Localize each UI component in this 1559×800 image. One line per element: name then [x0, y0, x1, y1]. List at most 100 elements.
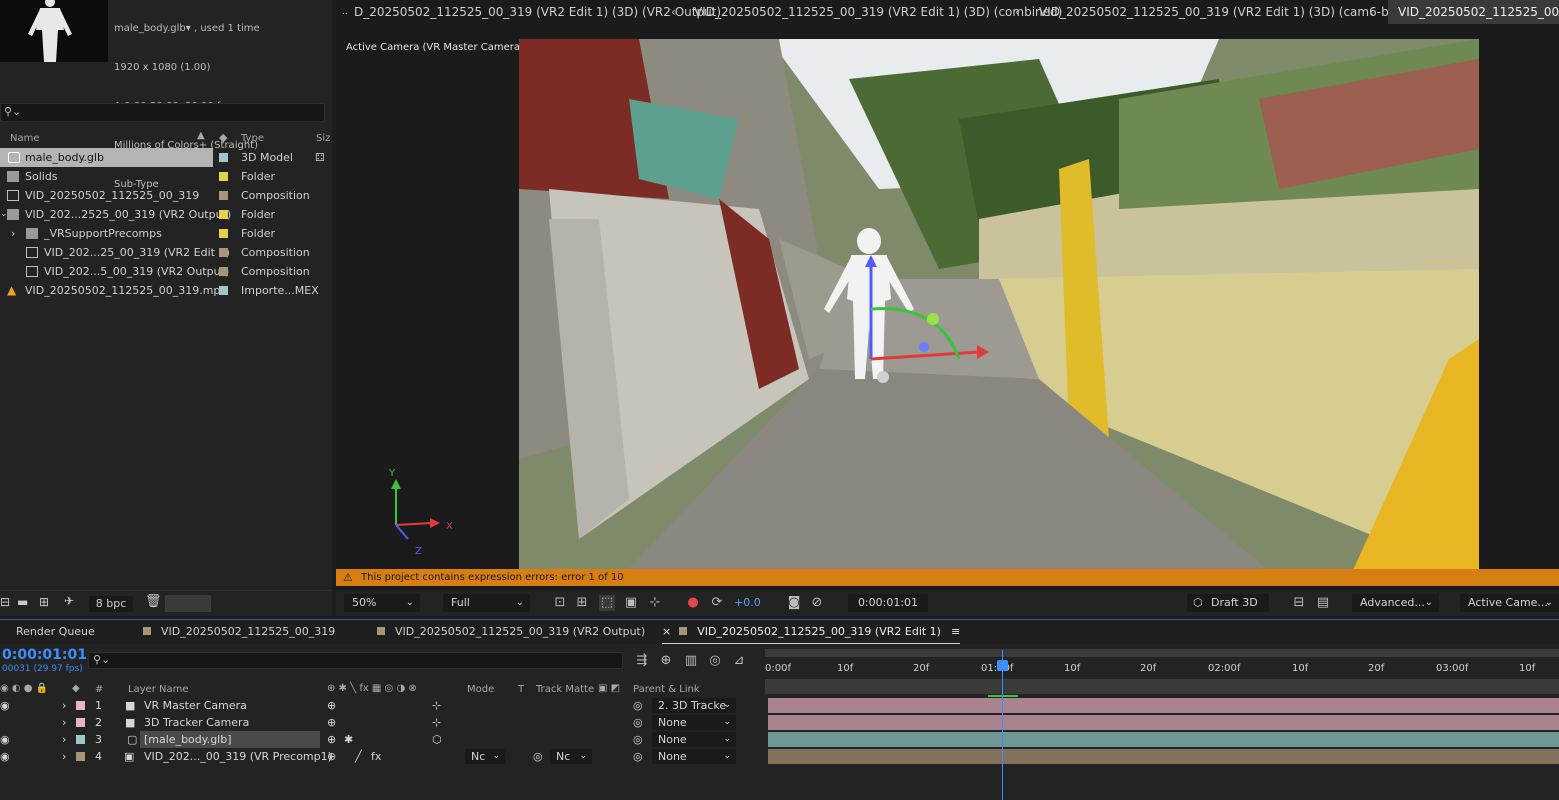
expand-right-icon[interactable]: ›: [62, 731, 66, 748]
label-swatch[interactable]: [219, 248, 228, 257]
av-features-icon[interactable]: ◉ ◐ ● 🔒: [0, 683, 48, 694]
layer-row[interactable]: › 2 ■ 3D Tracker Camera ⊕ ⊹ ◎ None ⌄: [0, 714, 762, 731]
guides-icon[interactable]: ⊹: [647, 595, 663, 611]
layer-name[interactable]: [male_body.glb]: [144, 731, 232, 748]
label-swatch[interactable]: [219, 286, 228, 295]
chevron-left-icon[interactable]: ‹: [1015, 0, 1020, 24]
current-time-display[interactable]: 0:00:01:01: [2, 647, 87, 663]
project-item[interactable]: VID_202...25_00_319 (VR2 Edit 1) Composi…: [0, 243, 332, 262]
resolution-dropdown[interactable]: Full ⌄: [443, 594, 530, 612]
parent-dropdown[interactable]: None ⌄: [652, 749, 736, 764]
3d-layer-icon[interactable]: ⊹: [432, 714, 441, 731]
zoom-dropdown[interactable]: 50% ⌄: [344, 594, 420, 612]
chevron-left-icon[interactable]: ‹: [1369, 0, 1374, 24]
composition-mini-flowchart-icon[interactable]: ⇶: [634, 653, 650, 669]
fx-icon[interactable]: fx: [371, 748, 381, 765]
viewer-tab[interactable]: D_20250502_112525_00_319 (VR2 Edit 1) (3…: [354, 0, 721, 24]
project-item[interactable]: VID_202...5_00_319 (VR2 Output) Composit…: [0, 262, 332, 281]
layer-label-swatch[interactable]: [76, 735, 85, 744]
timeline-tab-active[interactable]: × VID_20250502_112525_00_319 (VR2 Edit 1)…: [662, 620, 961, 644]
parent-dropdown[interactable]: None ⌄: [652, 715, 736, 730]
timeline-tab[interactable]: VID_20250502_112525_00_319 (VR2 Output): [377, 620, 645, 644]
collapse-icon[interactable]: ✱: [344, 731, 353, 748]
layer-duration-bar[interactable]: [768, 732, 1559, 747]
project-item[interactable]: ▲ VID_20250502_112525_00_319.mp4 Importe…: [0, 281, 332, 300]
snapshot-camera-icon[interactable]: ◙: [786, 595, 802, 611]
tab-menu-icon[interactable]: ≡: [951, 625, 960, 638]
layer-row-selected[interactable]: ◉ › 3 ▢ [male_body.glb] ⊕ ✱ ⬡ ◎ None ⌄: [0, 731, 762, 748]
reset-exposure-icon[interactable]: ⟳: [709, 595, 725, 611]
motion-blur-icon[interactable]: ◎: [707, 653, 723, 669]
project-item[interactable]: Solids Folder: [0, 167, 332, 186]
3d-view-dropdown[interactable]: Active Came... ⌄: [1460, 594, 1559, 612]
project-item[interactable]: ⌄ VID_202...2525_00_319 (VR2 Output) Fol…: [0, 205, 332, 224]
eye-icon[interactable]: ◉: [0, 697, 10, 714]
project-item[interactable]: male_body.glb 3D Model ⚃: [0, 148, 332, 167]
pickwhip-icon[interactable]: ◎: [633, 731, 643, 748]
shy-icon[interactable]: ⊕: [327, 731, 336, 748]
column-type[interactable]: Type: [241, 133, 264, 144]
shy-icon[interactable]: ⊕: [327, 697, 336, 714]
parent-dropdown[interactable]: 2. 3D Tracke ⌄: [652, 698, 736, 713]
expression-error-bar[interactable]: ⚠ This project contains expression error…: [336, 569, 1559, 586]
label-swatch[interactable]: [219, 172, 228, 181]
pickwhip-icon[interactable]: ◎: [633, 714, 643, 731]
label-swatch[interactable]: [219, 267, 228, 276]
tab-render-queue[interactable]: Render Queue: [16, 620, 95, 644]
viewer-tab[interactable]: VID_20250502_112525_00_319 (VR2 Edit 1) …: [694, 0, 1062, 24]
trash-icon[interactable]: 🗑: [145, 594, 162, 609]
layer-name[interactable]: VID_202..._00_319 (VR Precomp1): [144, 748, 332, 765]
draft-3d-toggle-icon[interactable]: ⊕: [658, 653, 674, 669]
timeline-search-input[interactable]: ⚲⌄: [88, 652, 623, 669]
track-matte-pickwhip-icon[interactable]: ◎: [533, 748, 543, 765]
3d-layer-icon[interactable]: ⊹: [432, 697, 441, 714]
project-search-input[interactable]: ⚲⌄: [0, 103, 325, 122]
current-time-indicator[interactable]: [997, 650, 1008, 800]
new-folder-icon[interactable]: ▬: [17, 595, 28, 609]
viewer-footage-frame[interactable]: [519, 39, 1479, 579]
mode-dropdown[interactable]: Nc ⌄: [465, 749, 505, 764]
layer-duration-bar[interactable]: [768, 715, 1559, 730]
graph-editor-icon[interactable]: ⊿: [731, 653, 747, 669]
shy-icon[interactable]: ⊕: [327, 748, 336, 765]
track-matte-dropdown[interactable]: Nc ⌄: [550, 749, 592, 764]
viewer-tab-active[interactable]: VID_20250502_112525_00_319: [1388, 0, 1559, 24]
3d-layer-icon[interactable]: ⬡: [432, 731, 442, 748]
interpret-footage-icon[interactable]: ⊟: [0, 595, 10, 609]
parent-dropdown[interactable]: None ⌄: [652, 732, 736, 747]
viewer-timecode[interactable]: 0:00:01:01: [848, 594, 928, 612]
3d-ground-plane-icon[interactable]: ⊟: [1291, 595, 1307, 611]
shy-icon[interactable]: ⊕: [327, 714, 336, 731]
quality-icon[interactable]: ╱: [355, 748, 362, 765]
expand-right-icon[interactable]: ›: [11, 224, 15, 243]
draft-3d-button[interactable]: ⬡ Draft 3D: [1187, 594, 1269, 612]
advanced-dropdown[interactable]: Advanced... ⌄: [1352, 594, 1439, 612]
sort-ascending-icon[interactable]: ▲: [197, 130, 205, 141]
column-name[interactable]: Name: [10, 133, 40, 144]
layer-name[interactable]: VR Master Camera: [144, 697, 247, 714]
timeline-tab[interactable]: VID_20250502_112525_00_319: [143, 620, 335, 644]
color-channel-icon[interactable]: ●: [685, 595, 701, 611]
column-layer-name[interactable]: Layer Name: [128, 684, 189, 695]
pickwhip-icon[interactable]: ◎: [633, 697, 643, 714]
layer-row[interactable]: ◉ › 4 ▣ VID_202..._00_319 (VR Precomp1) …: [0, 748, 762, 765]
work-area-bar[interactable]: [765, 679, 1559, 694]
layer-label-swatch[interactable]: [76, 701, 85, 710]
mask-visibility-icon[interactable]: ▣: [623, 595, 639, 611]
layer-label-swatch[interactable]: [76, 718, 85, 727]
project-settings-icon[interactable]: ✈: [64, 594, 74, 608]
bit-depth-button[interactable]: 8 bpc: [89, 596, 133, 612]
time-ruler[interactable]: 0:00f 10f 20f 01:00f 10f 20f 02:00f 10f …: [765, 649, 1559, 699]
draft3d-extent-icon[interactable]: ⬚: [599, 595, 615, 611]
transparency-grid-icon[interactable]: ⊞: [574, 595, 590, 611]
eye-icon[interactable]: ◉: [0, 731, 10, 748]
layer-duration-bar[interactable]: [768, 749, 1559, 764]
show-snapshot-icon[interactable]: ⊘: [809, 595, 825, 611]
layer-label-swatch[interactable]: [76, 752, 85, 761]
new-composition-icon[interactable]: ⊞: [39, 595, 49, 609]
layer-name[interactable]: 3D Tracker Camera: [144, 714, 249, 731]
extended-viewer-icon[interactable]: ▤: [1315, 595, 1331, 611]
column-size[interactable]: Siz: [316, 133, 330, 144]
tab-overflow-icon[interactable]: ..: [342, 0, 348, 24]
frame-blending-icon[interactable]: ▥: [683, 653, 699, 669]
